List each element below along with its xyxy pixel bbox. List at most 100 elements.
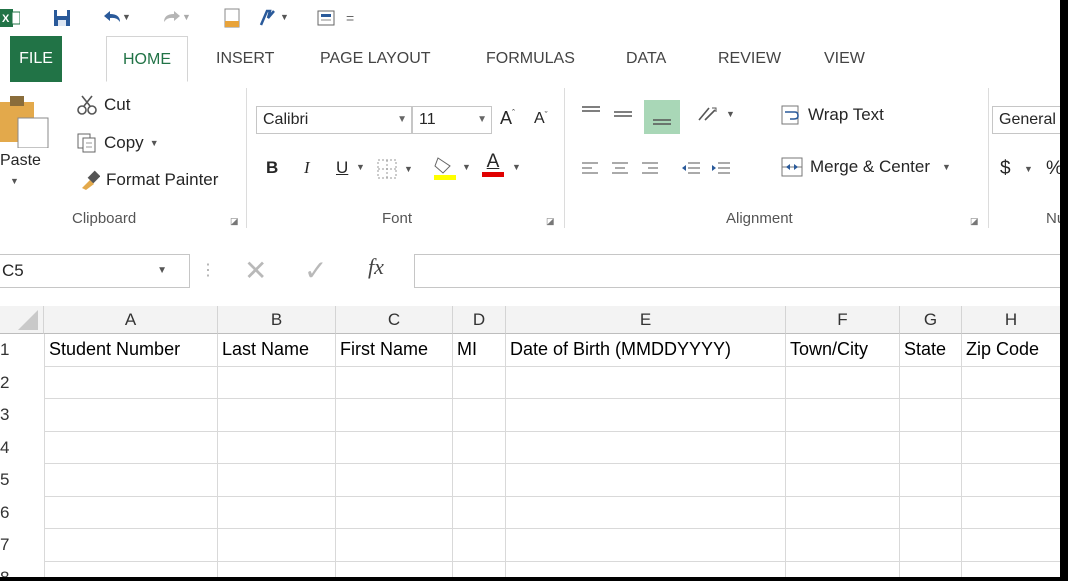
column-header-h[interactable]: H <box>962 306 1060 334</box>
chevron-down-icon[interactable]: ▼ <box>397 107 407 133</box>
cell-f6[interactable] <box>786 496 900 529</box>
cell-g3[interactable] <box>900 399 962 432</box>
cell-e3[interactable] <box>506 399 786 432</box>
cell-h8[interactable] <box>962 562 1060 578</box>
paste-button[interactable]: Paste ▼ <box>0 92 64 202</box>
cell-e2[interactable] <box>506 366 786 399</box>
column-header-a[interactable]: A <box>44 306 218 334</box>
cell-e6[interactable] <box>506 496 786 529</box>
cancel-icon[interactable]: ✕ <box>244 256 267 286</box>
font-color-button[interactable]: A <box>482 152 504 177</box>
column-header-f[interactable]: F <box>786 306 900 334</box>
italic-button[interactable]: I <box>304 158 310 178</box>
column-header-b[interactable]: B <box>218 306 336 334</box>
cell-g7[interactable] <box>900 529 962 562</box>
cell-h3[interactable] <box>962 399 1060 432</box>
tab-home[interactable]: HOME <box>106 36 188 82</box>
cell-b2[interactable] <box>218 366 336 399</box>
alignment-launcher-icon[interactable]: ◪ <box>970 216 979 227</box>
name-box[interactable]: C5 ▼ <box>0 254 190 288</box>
cell-d1[interactable]: MI <box>453 334 506 367</box>
decrease-indent-button[interactable] <box>680 158 702 178</box>
cell-e4[interactable] <box>506 431 786 464</box>
align-center-button[interactable] <box>610 158 630 178</box>
tab-view[interactable]: VIEW <box>820 36 869 82</box>
cell-c7[interactable] <box>336 529 453 562</box>
cell-f5[interactable] <box>786 464 900 497</box>
tab-insert[interactable]: INSERT <box>212 36 278 82</box>
cell-h4[interactable] <box>962 432 1060 464</box>
middle-align-button[interactable] <box>612 104 634 124</box>
column-header-e[interactable]: E <box>506 306 786 334</box>
select-all-corner[interactable] <box>0 306 44 334</box>
cell-d7[interactable] <box>453 529 506 562</box>
cell-d4[interactable] <box>453 431 506 464</box>
cell-d3[interactable] <box>453 399 506 432</box>
cell-e7[interactable] <box>506 529 786 562</box>
cell-a4[interactable] <box>44 431 218 464</box>
align-right-button[interactable] <box>640 158 660 178</box>
row-header-2[interactable]: 2 <box>0 367 14 400</box>
cell-g6[interactable] <box>900 496 962 529</box>
redo-icon[interactable]: ▼ <box>160 8 190 28</box>
cell-e8[interactable] <box>506 561 786 577</box>
row-header-8[interactable]: 8 <box>0 562 14 578</box>
row-header-7[interactable]: 7 <box>0 529 14 562</box>
new-document-icon[interactable] <box>222 8 242 28</box>
cell-a8[interactable] <box>44 561 218 577</box>
insert-function-button[interactable]: fx <box>368 254 384 280</box>
merge-center-button[interactable]: Merge & Center ▼ <box>780 156 951 178</box>
cell-g1[interactable]: State <box>900 334 962 367</box>
cell-b8[interactable] <box>218 561 336 577</box>
orientation-button[interactable]: ▼ <box>696 104 735 124</box>
row-header-1[interactable]: 1 <box>0 334 14 367</box>
column-header-c[interactable]: C <box>336 306 453 334</box>
cell-a7[interactable] <box>44 529 218 562</box>
accounting-format-button[interactable]: $ <box>1000 158 1011 180</box>
bold-button[interactable]: B <box>266 158 278 178</box>
font-size-combo[interactable]: 11 ▼ <box>412 106 492 134</box>
row-header-5[interactable]: 5 <box>0 464 14 497</box>
cell-b5[interactable] <box>218 464 336 497</box>
underline-dropdown-icon[interactable]: ▼ <box>356 162 365 172</box>
row-header-4[interactable]: 4 <box>0 432 14 465</box>
save-icon[interactable] <box>52 8 72 28</box>
cell-c4[interactable] <box>336 431 453 464</box>
cell-c6[interactable] <box>336 496 453 529</box>
chevron-down-icon[interactable]: ▼ <box>404 164 413 174</box>
cell-f4[interactable] <box>786 431 900 464</box>
cell-c3[interactable] <box>336 399 453 432</box>
copy-dropdown-icon[interactable]: ▼ <box>150 138 159 148</box>
cell-f8[interactable] <box>786 561 900 577</box>
cell-a5[interactable] <box>44 464 218 497</box>
column-header-d[interactable]: D <box>453 306 506 334</box>
cell-b4[interactable] <box>218 431 336 464</box>
cell-a6[interactable] <box>44 496 218 529</box>
chevron-down-icon[interactable]: ▼ <box>726 109 735 119</box>
fill-color-dropdown-icon[interactable]: ▼ <box>462 162 471 172</box>
wrap-text-button[interactable]: Wrap Text <box>780 104 884 126</box>
font-name-combo[interactable]: Calibri ▼ <box>256 106 412 134</box>
fill-color-button[interactable] <box>432 154 458 180</box>
row-header-3[interactable]: 3 <box>0 399 14 432</box>
align-left-button[interactable] <box>580 158 600 178</box>
cell-d6[interactable] <box>453 496 506 529</box>
row-header-6[interactable]: 6 <box>0 497 14 530</box>
cell-h7[interactable] <box>962 529 1060 562</box>
underline-button[interactable]: U <box>336 158 348 178</box>
undo-icon[interactable]: ▼ <box>100 8 130 28</box>
cell-f1[interactable]: Town/City <box>786 334 900 367</box>
tab-review[interactable]: REVIEW <box>714 36 785 82</box>
top-align-button[interactable] <box>580 104 602 124</box>
cell-a2[interactable] <box>44 366 218 399</box>
cell-h6[interactable] <box>962 497 1060 529</box>
cell-e5[interactable] <box>506 464 786 497</box>
cut-button[interactable]: Cut <box>76 94 130 116</box>
cell-a3[interactable] <box>44 399 218 432</box>
percent-style-button[interactable]: % <box>1046 158 1060 180</box>
column-header-g[interactable]: G <box>900 306 962 334</box>
cell-c1[interactable]: First Name <box>336 334 453 367</box>
cell-h2[interactable] <box>962 367 1060 399</box>
cell-d2[interactable] <box>453 366 506 399</box>
cell-b3[interactable] <box>218 399 336 432</box>
